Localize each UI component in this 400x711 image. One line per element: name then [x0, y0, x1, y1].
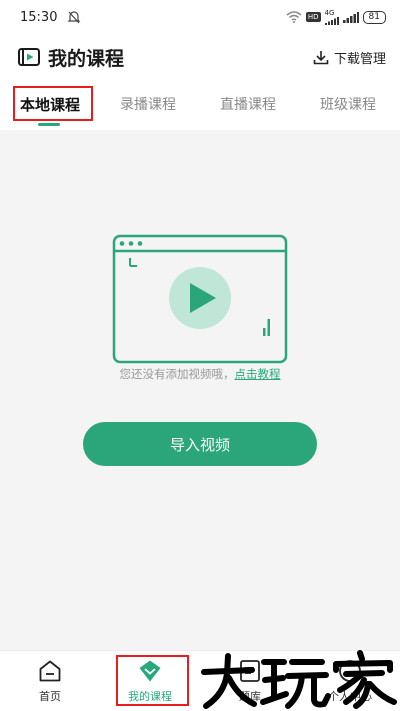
signal-group: 4G	[324, 8, 339, 25]
hd-badge: HD	[305, 12, 321, 22]
network-type: 4G	[324, 8, 335, 17]
muted-bell-icon	[68, 11, 81, 24]
nav-profile[interactable]: 个人中心	[300, 651, 400, 711]
empty-state-message: 您还没有添加视频哦，点击教程	[0, 366, 400, 382]
status-indicators: HD 4G 81	[286, 8, 386, 25]
nav-question-bank-label: 题库	[239, 690, 261, 703]
tutorial-link[interactable]: 点击教程	[235, 367, 281, 381]
nav-profile-label: 个人中心	[328, 690, 372, 703]
course-tabs: 本地课程 录播课程 直播课程 班级课程	[0, 80, 400, 130]
tab-local-courses[interactable]: 本地课程	[20, 94, 80, 115]
bottom-navigation: 首页 我的课程 题库 个人中心	[0, 650, 400, 711]
course-icon	[139, 660, 161, 682]
main-content: 您还没有添加视频哦，点击教程 导入视频	[0, 130, 400, 650]
signal-icon	[324, 16, 339, 25]
tab-class-courses[interactable]: 班级课程	[320, 94, 376, 114]
import-video-button[interactable]: 导入视频	[83, 422, 317, 466]
nav-my-courses-label: 我的课程	[128, 690, 172, 703]
wifi-icon	[286, 11, 302, 23]
question-bank-icon	[240, 660, 260, 682]
signal-icon-2	[342, 11, 359, 23]
nav-home[interactable]: 首页	[0, 651, 100, 711]
download-icon	[313, 50, 329, 64]
course-video-icon	[18, 48, 40, 66]
status-bar: 15:30 HD 4G 81	[0, 0, 400, 34]
tab-live-courses[interactable]: 直播课程	[220, 94, 276, 114]
app-header: 我的课程 下载管理	[0, 34, 400, 80]
empty-message-text: 您还没有添加视频哦，	[119, 367, 235, 381]
download-manager-button[interactable]: 下载管理	[313, 48, 386, 67]
nav-home-label: 首页	[39, 690, 61, 703]
status-time: 15:30	[20, 9, 58, 25]
nav-question-bank[interactable]: 题库	[200, 651, 300, 711]
active-tab-indicator	[38, 123, 60, 126]
tab-recorded-courses[interactable]: 录播课程	[120, 94, 176, 114]
profile-icon	[339, 660, 361, 682]
home-icon	[39, 660, 61, 682]
nav-my-courses[interactable]: 我的课程	[100, 651, 200, 711]
page-title: 我的课程	[48, 47, 125, 70]
battery-indicator: 81	[362, 10, 386, 24]
download-manager-label: 下载管理	[333, 51, 386, 67]
empty-video-illustration	[112, 234, 288, 364]
